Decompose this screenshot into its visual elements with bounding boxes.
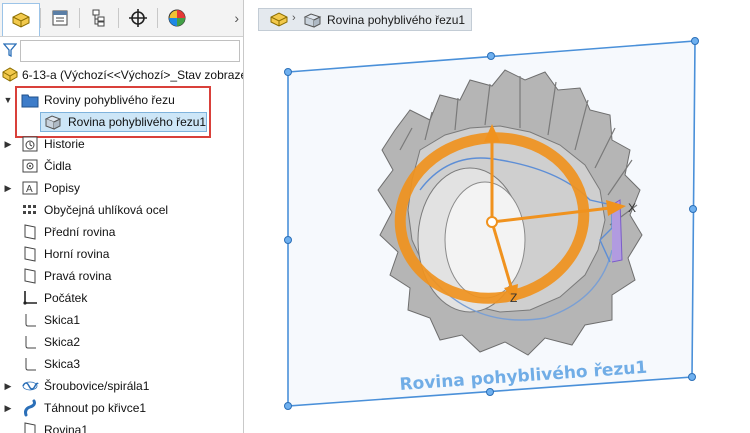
tree-item-label: Historie [44, 137, 85, 151]
tree-item-label: Rovina pohyblivého řezu1 [68, 115, 207, 129]
tree-item-label: Horní rovina [44, 247, 110, 261]
property-manager-tab[interactable] [42, 4, 78, 32]
part-icon [1, 66, 19, 84]
sketch-icon [21, 355, 39, 373]
model-view: X Z Rovina pohyblivého řezu1 [284, 37, 699, 410]
tree-item-label: Skica1 [44, 313, 81, 327]
tree-item-right-plane[interactable]: Pravá rovina [0, 265, 243, 287]
tree-item-label: Skica2 [44, 335, 81, 349]
manager-tab-bar: › [0, 0, 243, 37]
helix-icon [21, 377, 39, 395]
tree-item-sketch-3[interactable]: Skica3 [0, 353, 243, 375]
sweep-icon [21, 399, 39, 417]
tree-item-label: Pravá rovina [44, 269, 112, 283]
plane-icon [21, 421, 39, 433]
tree-item-sketch-2[interactable]: Skica2 [0, 331, 243, 353]
configuration-manager-tab[interactable] [81, 4, 117, 32]
tree-item-label: Roviny pohyblivého řezu [44, 93, 175, 107]
expand-arrow-icon[interactable]: ▶ [3, 183, 13, 194]
annotations-icon: A [21, 179, 39, 197]
expand-arrow-icon[interactable]: ▶ [3, 403, 13, 414]
chevron-right-icon[interactable]: › [234, 10, 239, 26]
feature-manager-icon [12, 12, 30, 28]
history-icon [21, 135, 39, 153]
tree-item-label: Čidla [44, 159, 72, 173]
tree-item-top-plane[interactable]: Horní rovina [0, 243, 243, 265]
material-icon [21, 201, 39, 219]
origin-icon [21, 289, 39, 307]
axis-x-label: X [628, 201, 636, 215]
collapse-arrow-icon[interactable]: ▼ [3, 95, 13, 105]
tree-item-label: Šroubovice/spirála1 [44, 379, 150, 393]
tree-item-helix[interactable]: ▶ Šroubovice/spirála1 [0, 375, 243, 397]
tree-item-sweep[interactable]: ▶ Táhnout po křivce1 [0, 397, 243, 419]
tree-item-label: Rovina1 [44, 423, 89, 433]
expand-arrow-icon[interactable]: ▶ [3, 139, 13, 150]
tree-item-label: Obyčejná uhlíková ocel [44, 203, 169, 217]
tree-item-origin[interactable]: Počátek [0, 287, 243, 309]
filter-input[interactable] [20, 40, 240, 62]
plane-icon [21, 223, 39, 241]
display-manager-icon [168, 9, 186, 27]
plane-icon [21, 245, 39, 263]
svg-text:A: A [26, 184, 33, 195]
tree-item-plane-1[interactable]: Rovina1 [0, 419, 243, 433]
tree-item-sketch-1[interactable]: Skica1 [0, 309, 243, 331]
tree-item-annotations[interactable]: ▶ A Popisy [0, 177, 243, 199]
tree-item-label: Počátek [44, 291, 88, 305]
tree-item-label: Táhnout po křivce1 [44, 401, 147, 415]
sketch-icon [21, 311, 39, 329]
expand-arrow-icon[interactable]: ▶ [3, 381, 13, 392]
tree-item-front-plane[interactable]: Přední rovina [0, 221, 243, 243]
feature-manager-panel: › 6-13-a (Výchozí<<Výchozí>_Stav zobraze… [0, 0, 244, 433]
tree-root-label: 6-13-a (Výchozí<<Výchozí>_Stav zobrazení [22, 68, 244, 82]
tree-item-sensors[interactable]: Čidla [0, 155, 243, 177]
sensor-icon [21, 157, 39, 175]
tree-item-section-plane-1[interactable]: Rovina pohyblivého řezu1 [0, 111, 243, 133]
tree-item-label: Přední rovina [44, 225, 116, 239]
tree-item-history[interactable]: ▶ Historie [0, 133, 243, 155]
dimxpert-tab[interactable] [120, 4, 156, 32]
configuration-manager-icon [92, 9, 105, 27]
tree-item-section-planes-folder[interactable]: ▼ Roviny pohyblivého řezu [0, 89, 243, 111]
crosshair-icon [129, 9, 147, 27]
tree-item-label: Skica3 [44, 357, 81, 371]
sketch-icon [21, 333, 39, 351]
axis-z-label: Z [510, 291, 517, 305]
tree-root[interactable]: 6-13-a (Výchozí<<Výchozí>_Stav zobrazení [0, 64, 243, 86]
filter-icon[interactable] [3, 43, 17, 57]
section-plane-icon [44, 113, 62, 131]
filter-row [0, 37, 243, 63]
plane-icon [21, 267, 39, 285]
feature-manager-tab[interactable] [2, 3, 40, 36]
property-manager-icon [52, 10, 68, 26]
display-manager-tab[interactable] [159, 4, 195, 32]
tree-item-material[interactable]: Obyčejná uhlíková ocel [0, 199, 243, 221]
tree-item-label: Popisy [44, 181, 81, 195]
folder-icon [21, 91, 39, 109]
